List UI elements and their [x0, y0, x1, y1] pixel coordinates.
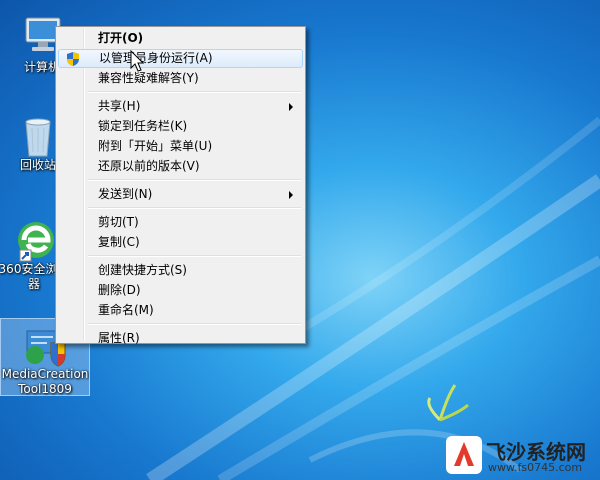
menu-item-label: 复制(C) — [98, 235, 140, 249]
menu-item-send-to[interactable]: 发送到(N) — [58, 185, 303, 204]
menu-item-create-shortcut[interactable]: 创建快捷方式(S) — [58, 261, 303, 280]
menu-item-pin-start[interactable]: 附到「开始」菜单(U) — [58, 137, 303, 156]
menu-item-label: 属性(R) — [98, 331, 140, 345]
uac-shield-icon — [67, 52, 79, 66]
menu-item-share[interactable]: 共享(H) — [58, 97, 303, 116]
desktop-icon-label: MediaCreationTool1809 — [1, 367, 89, 396]
watermark-logo-icon — [446, 436, 482, 474]
menu-separator — [88, 323, 301, 325]
menu-separator — [88, 207, 301, 209]
menu-item-properties[interactable]: 属性(R) — [58, 329, 303, 348]
menu-item-copy[interactable]: 复制(C) — [58, 233, 303, 252]
menu-item-label: 发送到(N) — [98, 187, 153, 201]
menu-item-label: 还原以前的版本(V) — [98, 159, 200, 173]
menu-item-open[interactable]: 打开(O) — [58, 29, 303, 48]
menu-item-compat-troubleshoot[interactable]: 兼容性疑难解答(Y) — [58, 69, 303, 88]
menu-item-label: 附到「开始」菜单(U) — [98, 139, 213, 153]
menu-separator — [88, 179, 301, 181]
menu-item-label: 兼容性疑难解答(Y) — [98, 71, 199, 85]
menu-separator — [88, 91, 301, 93]
menu-item-label: 锁定到任务栏(K) — [98, 119, 188, 133]
menu-item-label: 重命名(M) — [98, 303, 154, 317]
context-menu: 打开(O) 以管理员身份运行(A) 兼容性疑难解答(Y) 共享(H) 锁定到任务… — [55, 26, 306, 345]
menu-item-label: 共享(H) — [98, 99, 141, 113]
menu-item-label: 剪切(T) — [98, 215, 139, 229]
menu-item-delete[interactable]: 删除(D) — [58, 281, 303, 300]
menu-item-label: 打开(O) — [98, 31, 144, 45]
menu-separator — [88, 255, 301, 257]
menu-item-restore-versions[interactable]: 还原以前的版本(V) — [58, 157, 303, 176]
leaf-logo-icon — [427, 384, 469, 422]
browser-360-icon — [10, 216, 58, 262]
mouse-cursor-icon — [130, 50, 145, 72]
submenu-arrow-icon — [289, 191, 293, 199]
menu-item-run-as-admin[interactable]: 以管理员身份运行(A) — [58, 49, 303, 68]
menu-item-label: 删除(D) — [98, 283, 141, 297]
menu-item-label: 以管理员身份运行(A) — [99, 51, 213, 65]
menu-item-pin-taskbar[interactable]: 锁定到任务栏(K) — [58, 117, 303, 136]
menu-item-label: 创建快捷方式(S) — [98, 263, 187, 277]
menu-item-rename[interactable]: 重命名(M) — [58, 301, 303, 320]
menu-item-cut[interactable]: 剪切(T) — [58, 213, 303, 232]
watermark-url: www.fs0745.com — [488, 461, 583, 474]
submenu-arrow-icon — [289, 103, 293, 111]
